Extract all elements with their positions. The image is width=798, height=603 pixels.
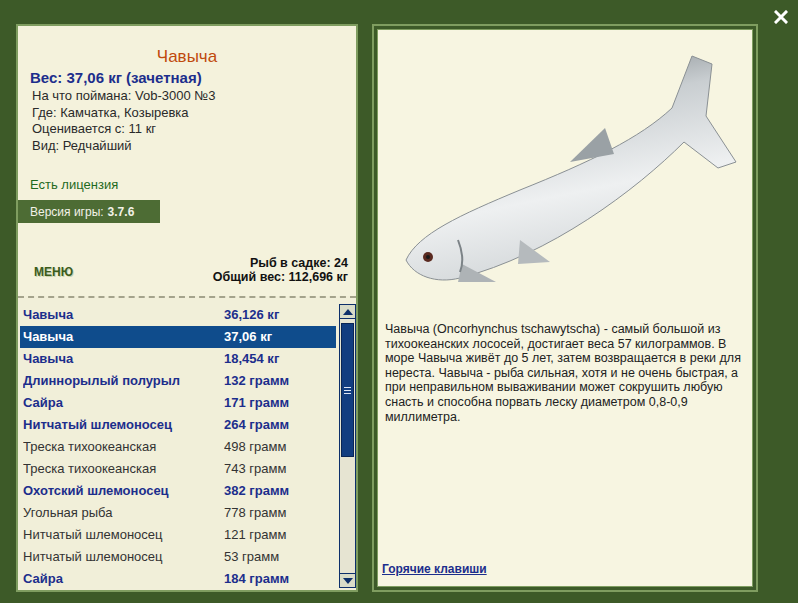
catch-row[interactable]: Охотский шлемоносец382 грамм: [20, 480, 336, 502]
version-number: 3.7.6: [108, 203, 135, 221]
catch-row[interactable]: Треска тихоокеанская743 грамм: [20, 458, 336, 480]
fish-name: Длиннорылый полурыл: [23, 371, 224, 391]
fish-weight-cell: 36,126 кг: [224, 305, 336, 325]
fish-detail: Оценивается с: 11 кг: [18, 121, 356, 138]
keepnet-total: Общий вес: 112,696 кг: [213, 270, 348, 284]
catch-row-content: Треска тихоокеанская743 грамм: [20, 458, 336, 480]
version-label: Версия игры:: [30, 203, 104, 221]
fish-name: Охотский шлемоносец: [23, 481, 224, 501]
fish-weight-cell: 498 грамм: [224, 437, 336, 457]
keepnet-count: Рыб в садке: 24: [213, 256, 348, 270]
fish-detail: На что поймана: Vob-3000 №3: [18, 88, 356, 105]
description-panel: Чавыча (Oncorhynchus tschawytscha) - сам…: [372, 24, 758, 592]
catch-row-content: Нитчатый шлемоносец53 грамм: [20, 546, 336, 568]
fish-name: Чавыча: [23, 349, 224, 369]
catch-row[interactable]: Нитчатый шлемоносец264 грамм: [20, 414, 336, 436]
catch-row[interactable]: Чавыча37,06 кг: [20, 326, 336, 348]
fish-weight-cell: 778 грамм: [224, 503, 336, 523]
catch-row-content: Нитчатый шлемоносец121 грамм: [20, 524, 336, 546]
catch-row[interactable]: Угольная рыба778 грамм: [20, 502, 336, 524]
scroll-up-icon[interactable]: [340, 305, 355, 319]
fish-weight-cell: 37,06 кг: [224, 327, 336, 347]
catch-row-content: Чавыча18,454 кг: [20, 348, 336, 370]
catch-row-content: Охотский шлемоносец382 грамм: [20, 480, 336, 502]
version-bar: Версия игры: 3.7.6: [18, 200, 160, 223]
fish-weight-cell: 132 грамм: [224, 371, 336, 391]
fish-details: На что поймана: Vob-3000 №3Где: Камчатка…: [18, 88, 356, 154]
fish-description: Чавыча (Oncorhynchus tschawytscha) - сам…: [378, 300, 752, 424]
fish-title: Чавыча: [18, 46, 356, 68]
fish-name: Чавыча: [23, 327, 224, 347]
fish-weight: Вес: 37,06 кг (зачетная): [18, 68, 356, 88]
catch-row-content: Сайра171 грамм: [20, 392, 336, 414]
scrollbar[interactable]: [339, 304, 356, 588]
fish-name: Нитчатый шлемоносец: [23, 547, 224, 567]
fish-name: Сайра: [23, 393, 224, 413]
fish-weight-cell: 121 грамм: [224, 525, 336, 545]
fish-weight-cell: 53 грамм: [224, 547, 336, 567]
catch-row[interactable]: Сайра171 грамм: [20, 392, 336, 414]
catch-row-content: Чавыча37,06 кг: [20, 326, 336, 348]
catch-row-content: Сайра184 грамм: [20, 568, 336, 590]
keepnet-summary: Рыб в садке: 24 Общий вес: 112,696 кг: [213, 256, 356, 284]
salmon-icon: [400, 50, 740, 290]
catch-row-content: Чавыча36,126 кг: [20, 304, 336, 326]
fish-picture: [378, 50, 752, 300]
catch-row[interactable]: Нитчатый шлемоносец121 грамм: [20, 524, 336, 546]
fish-weight-cell: 171 грамм: [224, 393, 336, 413]
license-status: Есть лицензия: [18, 176, 356, 194]
catch-row[interactable]: Чавыча18,454 кг: [20, 348, 336, 370]
catch-row-content: Треска тихоокеанская498 грамм: [20, 436, 336, 458]
catch-row-content: Длиннорылый полурыл132 грамм: [20, 370, 336, 392]
close-icon[interactable]: [774, 10, 788, 24]
scroll-thumb[interactable]: [341, 323, 354, 457]
catch-info-panel: Чавыча Вес: 37,06 кг (зачетная) На что п…: [16, 24, 358, 592]
catch-row[interactable]: Сайра184 грамм: [20, 568, 336, 590]
fish-name: Угольная рыба: [23, 503, 224, 523]
fish-detail: Вид: Редчайший: [18, 138, 356, 155]
fish-name: Треска тихоокеанская: [23, 437, 224, 457]
fish-weight-cell: 18,454 кг: [224, 349, 336, 369]
catch-row-content: Нитчатый шлемоносец264 грамм: [20, 414, 336, 436]
fish-weight-cell: 382 грамм: [224, 481, 336, 501]
fish-name: Нитчатый шлемоносец: [23, 415, 224, 435]
catch-row[interactable]: Нитчатый шлемоносец53 грамм: [20, 546, 336, 568]
fish-name: Нитчатый шлемоносец: [23, 525, 224, 545]
catch-row[interactable]: Треска тихоокеанская498 грамм: [20, 436, 336, 458]
scroll-down-icon[interactable]: [340, 573, 355, 587]
fish-detail: Где: Камчатка, Козыревка: [18, 105, 356, 122]
catch-list: Чавыча36,126 кгЧавыча37,06 кгЧавыча18,45…: [18, 304, 338, 590]
catch-row[interactable]: Чавыча36,126 кг: [20, 304, 336, 326]
fish-weight-cell: 264 грамм: [224, 415, 336, 435]
hotkeys-link[interactable]: Горячие клавиши: [378, 560, 752, 586]
fish-name: Треска тихоокеанская: [23, 459, 224, 479]
catch-row[interactable]: Длиннорылый полурыл132 грамм: [20, 370, 336, 392]
menu-button[interactable]: МЕНЮ: [18, 263, 73, 284]
fish-weight-cell: 743 грамм: [224, 459, 336, 479]
catch-row-content: Угольная рыба778 грамм: [20, 502, 336, 524]
fish-name: Чавыча: [23, 305, 224, 325]
fish-weight-cell: 184 грамм: [224, 569, 336, 589]
fish-name: Сайра: [23, 569, 224, 589]
